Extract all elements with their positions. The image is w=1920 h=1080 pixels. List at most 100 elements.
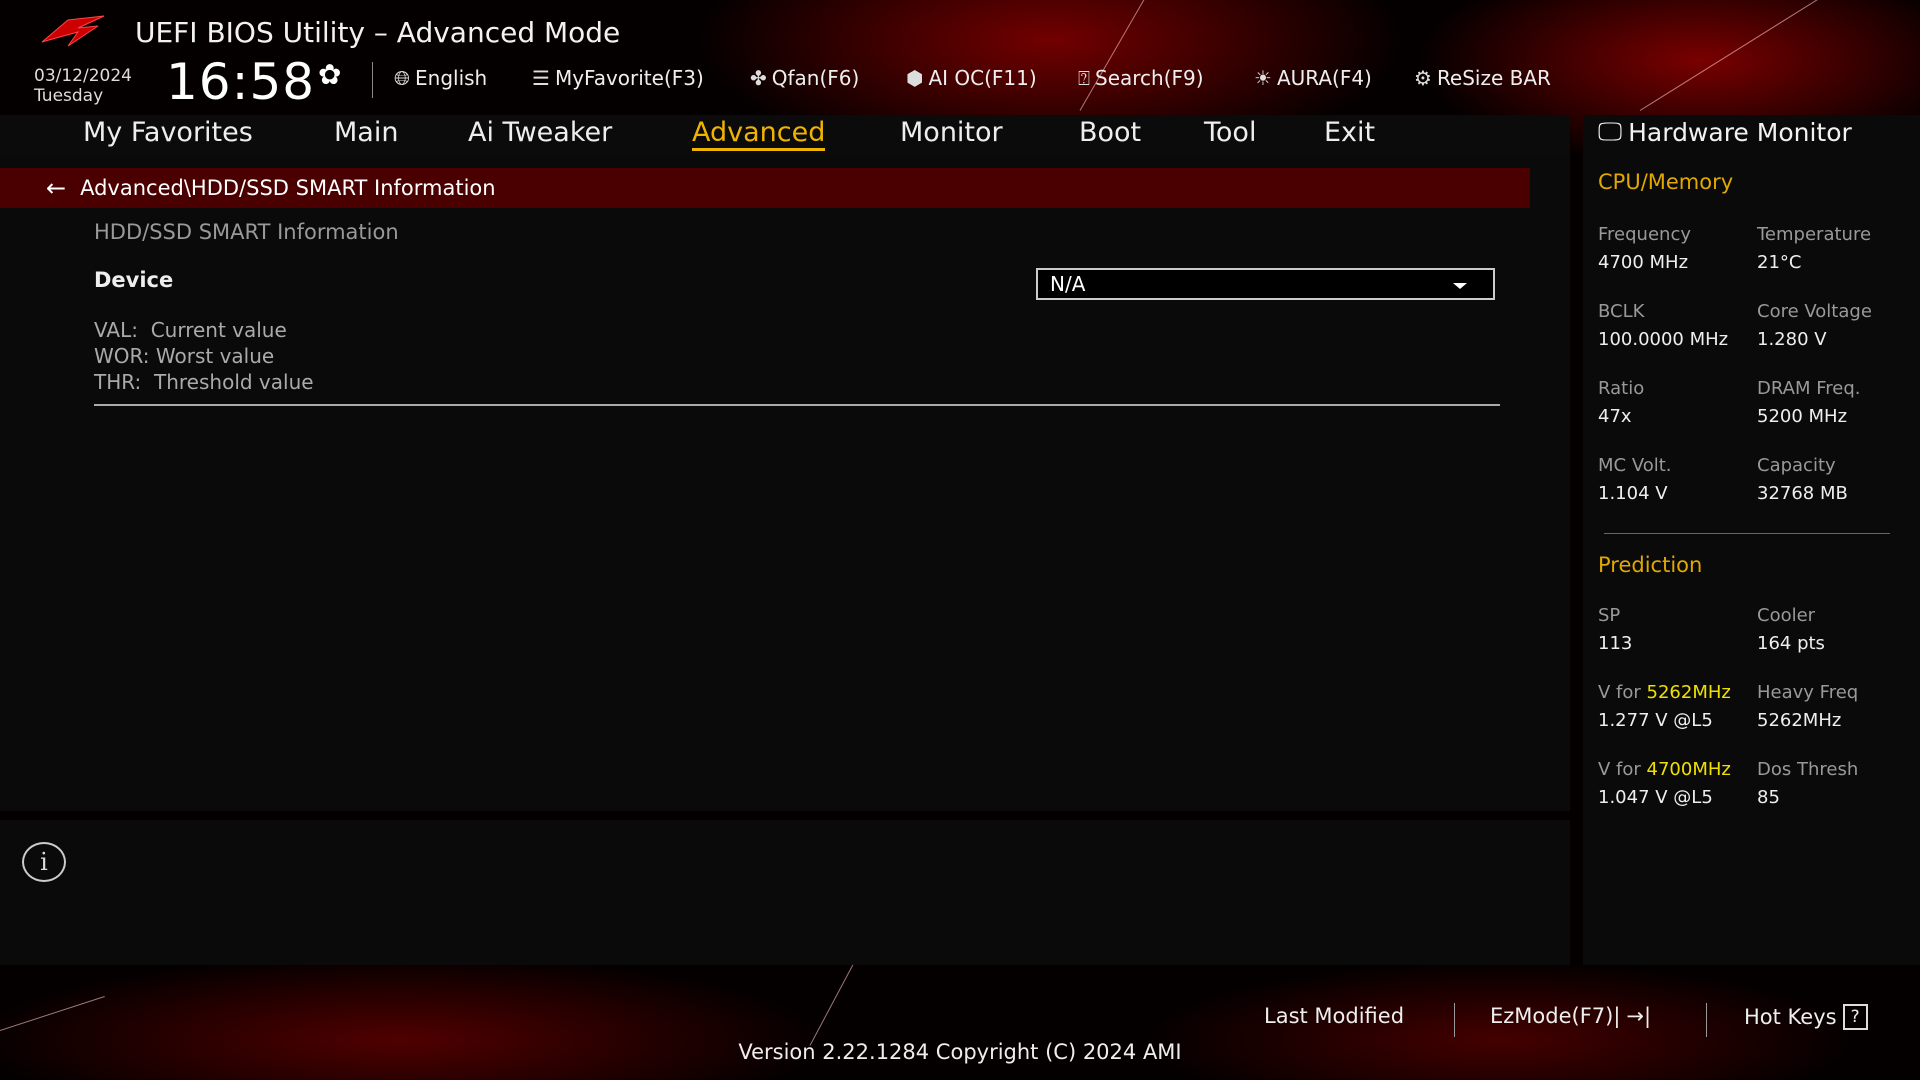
tab-my-favorites[interactable]: My Favorites	[83, 117, 253, 148]
back-arrow-icon[interactable]: ←	[46, 174, 66, 202]
breadcrumb[interactable]: ← Advanced\HDD/SSD SMART Information	[0, 168, 1530, 208]
cpu-stat-value: 1.104 V	[1598, 483, 1668, 504]
section-title: HDD/SSD SMART Information	[94, 220, 399, 244]
prediction-heading: Prediction	[1598, 553, 1703, 577]
monitor-icon: 🖵︎	[1598, 117, 1623, 146]
dos-thresh-label: Dos Thresh	[1757, 759, 1859, 780]
last-modified-button[interactable]: Last Modified	[1264, 1004, 1404, 1028]
version-text: Version 2.22.1284 Copyright (C) 2024 AMI	[738, 1040, 1182, 1064]
legend-val: VAL: Current value	[94, 318, 287, 342]
v-for-label-1: V for 5262MHz	[1598, 682, 1731, 703]
globe-icon: 🌐︎	[394, 66, 410, 90]
label: Qfan(F6)	[771, 66, 860, 90]
breadcrumb-path: Advanced\HDD/SSD SMART Information	[80, 176, 496, 200]
cpu-stat-value: 1.280 V	[1757, 329, 1827, 350]
resize-bar-button[interactable]: ⚙ ReSize BAR	[1414, 66, 1551, 90]
qfan-button[interactable]: ✤ Qfan(F6)	[750, 66, 859, 90]
tab-advanced[interactable]: Advanced	[692, 117, 826, 151]
hardware-monitor-title: 🖵︎ Hardware Monitor	[1598, 117, 1852, 147]
freq: 4700MHz	[1646, 759, 1731, 780]
date: 03/12/2024	[34, 66, 132, 86]
myfavorite-button[interactable]: ☰ MyFavorite(F3)	[532, 66, 704, 90]
exit-arrow-icon: →|	[1626, 1004, 1652, 1028]
dos-thresh-value: 85	[1757, 787, 1780, 808]
legend-key: THR:	[94, 370, 142, 394]
cooler-label: Cooler	[1757, 605, 1816, 626]
heavy-freq-value: 5262MHz	[1757, 710, 1842, 731]
ai-oc-button[interactable]: ⬢ AI OC(F11)	[906, 66, 1037, 90]
divider	[1604, 533, 1890, 534]
datetime[interactable]: 03/12/2024 Tuesday	[34, 66, 132, 106]
divider	[94, 404, 1500, 406]
cpu-memory-heading: CPU/Memory	[1598, 170, 1734, 194]
aura-button[interactable]: ☀ AURA(F4)	[1254, 66, 1372, 90]
legend-thr: THR: Threshold value	[94, 370, 314, 394]
tab-ai-tweaker[interactable]: Ai Tweaker	[468, 117, 612, 148]
legend-text: Current value	[150, 318, 287, 342]
tab-monitor[interactable]: Monitor	[900, 117, 1003, 148]
label: Search(F9)	[1095, 66, 1204, 90]
legend-text: Threshold value	[154, 370, 314, 394]
divider	[372, 62, 373, 98]
info-panel	[0, 820, 1570, 965]
tab-tool[interactable]: Tool	[1204, 117, 1256, 148]
help-icon: ?	[1842, 1004, 1868, 1030]
fan-icon: ✤	[750, 66, 767, 90]
main-panel	[0, 156, 1570, 811]
cpu-stat-label: Temperature	[1757, 224, 1872, 245]
tab-main[interactable]: Main	[334, 117, 398, 148]
search-button[interactable]: ⍰ Search(F9)	[1078, 66, 1204, 90]
divider	[1454, 1003, 1455, 1037]
app-title: UEFI BIOS Utility – Advanced Mode	[135, 16, 621, 49]
language-button[interactable]: 🌐︎ English	[394, 66, 487, 90]
cpu-stat-label: Ratio	[1598, 378, 1645, 399]
label: Last Modified	[1264, 1004, 1405, 1028]
device-label: Device	[94, 268, 174, 292]
rog-logo	[41, 15, 105, 47]
cpu-stat-label: BCLK	[1598, 301, 1645, 322]
label: V for	[1598, 682, 1647, 703]
label: Hot Keys	[1744, 1005, 1837, 1029]
freq: 5262MHz	[1646, 682, 1731, 703]
tab-boot[interactable]: Boot	[1079, 117, 1141, 148]
cpu-stat-label: Capacity	[1757, 455, 1836, 476]
hot-keys-button[interactable]: Hot Keys?	[1744, 1004, 1868, 1030]
label: AURA(F4)	[1276, 66, 1372, 90]
legend-key: VAL:	[94, 318, 138, 342]
legend-key: WOR:	[94, 344, 150, 368]
cpu-stat-label: MC Volt.	[1598, 455, 1672, 476]
tab-exit[interactable]: Exit	[1324, 117, 1375, 148]
label: AI OC(F11)	[928, 66, 1037, 90]
v-for-value-1: 1.277 V @L5	[1598, 710, 1713, 731]
gear-icon[interactable]: ✿	[318, 58, 341, 91]
cpu-stat-value: 21°C	[1757, 252, 1802, 273]
sp-label: SP	[1598, 605, 1621, 626]
v-for-label-2: V for 4700MHz	[1598, 759, 1731, 780]
ai-oc-icon: ⬢	[906, 66, 924, 90]
cpu-stat-value: 100.0000 MHz	[1598, 329, 1729, 350]
label: ReSize BAR	[1436, 66, 1551, 90]
device-select[interactable]: N/A	[1036, 268, 1495, 300]
legend-wor: WOR: Worst value	[94, 344, 274, 368]
cpu-stat-value: 5200 MHz	[1757, 406, 1848, 427]
resize-bar-icon: ⚙	[1414, 66, 1432, 90]
v-for-value-2: 1.047 V @L5	[1598, 787, 1713, 808]
cpu-stat-value: 4700 MHz	[1598, 252, 1689, 273]
cpu-stat-label: Frequency	[1598, 224, 1691, 245]
label: EzMode(F7)|	[1490, 1004, 1621, 1028]
favorite-icon: ☰	[532, 66, 550, 90]
label: V for	[1598, 759, 1647, 780]
info-icon: i	[22, 842, 66, 882]
label: English	[415, 66, 488, 90]
weekday: Tuesday	[34, 86, 104, 106]
heavy-freq-label: Heavy Freq	[1757, 682, 1859, 703]
divider	[1706, 1003, 1707, 1037]
aura-icon: ☀	[1254, 66, 1272, 90]
cpu-stat-value: 32768 MB	[1757, 483, 1848, 504]
cpu-stat-label: DRAM Freq.	[1757, 378, 1861, 399]
label: MyFavorite(F3)	[554, 66, 704, 90]
cooler-value: 164 pts	[1757, 633, 1825, 654]
clock[interactable]: 16:58	[166, 54, 315, 110]
cpu-stat-value: 47x	[1598, 406, 1632, 427]
ezmode-button[interactable]: EzMode(F7)| →|	[1490, 1004, 1651, 1028]
